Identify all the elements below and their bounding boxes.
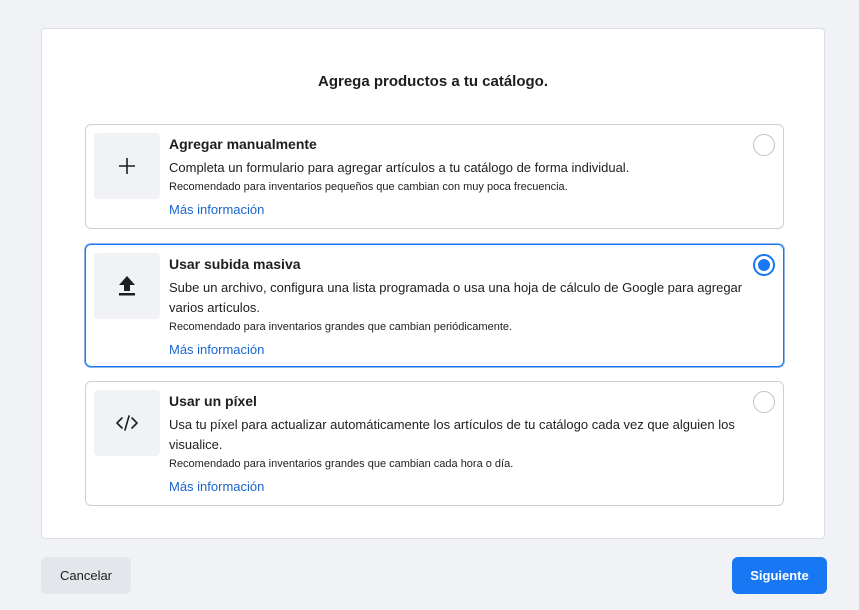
radio-use-pixel[interactable] [753, 391, 775, 413]
upload-icon [94, 253, 160, 319]
option-body: Agregar manualmente Completa un formular… [169, 134, 775, 220]
option-title: Usar un píxel [169, 393, 257, 409]
radio-add-manually[interactable] [753, 134, 775, 156]
option-title: Agregar manualmente [169, 136, 317, 152]
option-body: Usar subida masiva Sube un archivo, conf… [169, 254, 775, 360]
plus-icon [94, 133, 160, 199]
option-use-pixel[interactable]: Usar un píxel Usa tu píxel para actualiz… [85, 381, 784, 506]
option-bulk-upload[interactable]: Usar subida masiva Sube un archivo, conf… [85, 244, 784, 367]
option-title: Usar subida masiva [169, 256, 301, 272]
cancel-button[interactable]: Cancelar [41, 557, 131, 594]
option-recommendation: Recomendado para inventarios grandes que… [169, 321, 513, 333]
page-title: Agrega productos a tu catálogo. [317, 73, 549, 90]
option-add-manually[interactable]: Agregar manualmente Completa un formular… [85, 124, 784, 229]
option-body: Usar un píxel Usa tu píxel para actualiz… [169, 391, 775, 497]
option-recommendation: Recomendado para inventarios pequeños qu… [169, 181, 568, 193]
next-button[interactable]: Siguiente [732, 557, 827, 594]
radio-bulk-upload[interactable] [753, 254, 775, 276]
add-products-panel: Agrega productos a tu catálogo. Agregar … [41, 28, 825, 539]
code-icon [94, 390, 160, 456]
learn-more-link[interactable]: Más información [169, 340, 264, 360]
option-description: Completa un formulario para agregar artí… [169, 160, 630, 175]
option-recommendation: Recomendado para inventarios grandes que… [169, 458, 514, 470]
learn-more-link[interactable]: Más información [169, 200, 264, 220]
learn-more-link[interactable]: Más información [169, 477, 264, 497]
option-description: Usa tu píxel para actualizar automáticam… [169, 417, 735, 452]
option-description: Sube un archivo, configura una lista pro… [169, 280, 743, 315]
